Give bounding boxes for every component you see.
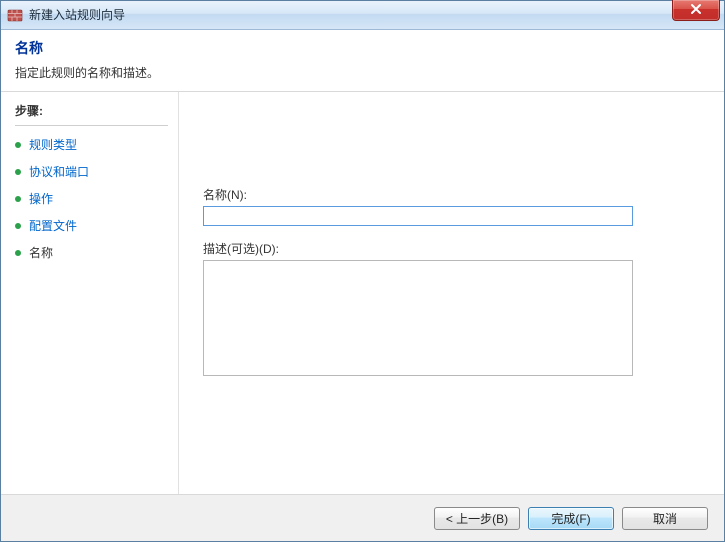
- name-input[interactable]: [203, 206, 633, 226]
- description-textarea[interactable]: [203, 260, 633, 376]
- step-rule-type[interactable]: 规则类型: [15, 136, 168, 153]
- step-action[interactable]: 操作: [15, 190, 168, 207]
- close-icon: [690, 3, 702, 18]
- body: 步骤: 规则类型 协议和端口 操作 配置文件 名称: [1, 92, 724, 494]
- description-label: 描述(可选)(D):: [203, 240, 700, 257]
- page-subtitle: 指定此规则的名称和描述。: [15, 64, 710, 81]
- steps-divider: [15, 125, 168, 126]
- bullet-icon: [15, 169, 21, 175]
- step-name[interactable]: 名称: [15, 244, 168, 261]
- bullet-icon: [15, 196, 21, 202]
- step-profile[interactable]: 配置文件: [15, 217, 168, 234]
- firewall-icon: [7, 7, 23, 23]
- page-title: 名称: [15, 38, 710, 58]
- window-title: 新建入站规则向导: [29, 1, 125, 29]
- main-panel: 名称(N): 描述(可选)(D):: [179, 92, 724, 494]
- footer: < 上一步(B) 完成(F) 取消: [1, 494, 724, 541]
- page-header: 名称 指定此规则的名称和描述。: [1, 30, 724, 92]
- step-label: 操作: [29, 190, 53, 207]
- back-button[interactable]: < 上一步(B): [434, 507, 520, 530]
- cancel-button[interactable]: 取消: [622, 507, 708, 530]
- steps-heading: 步骤:: [15, 102, 168, 119]
- step-label: 配置文件: [29, 217, 77, 234]
- bullet-icon: [15, 223, 21, 229]
- close-button[interactable]: [672, 0, 720, 21]
- step-protocol-ports[interactable]: 协议和端口: [15, 163, 168, 180]
- step-label: 名称: [29, 244, 53, 261]
- bullet-icon: [15, 250, 21, 256]
- titlebar: 新建入站规则向导: [1, 1, 724, 30]
- form-area: 名称(N): 描述(可选)(D):: [203, 186, 700, 379]
- wizard-window: 新建入站规则向导 名称 指定此规则的名称和描述。 步骤: 规则类型 协议和端口: [0, 0, 725, 542]
- step-label: 规则类型: [29, 136, 77, 153]
- steps-sidebar: 步骤: 规则类型 协议和端口 操作 配置文件 名称: [1, 92, 179, 494]
- step-label: 协议和端口: [29, 163, 89, 180]
- bullet-icon: [15, 142, 21, 148]
- finish-button[interactable]: 完成(F): [528, 507, 614, 530]
- name-label: 名称(N):: [203, 186, 700, 203]
